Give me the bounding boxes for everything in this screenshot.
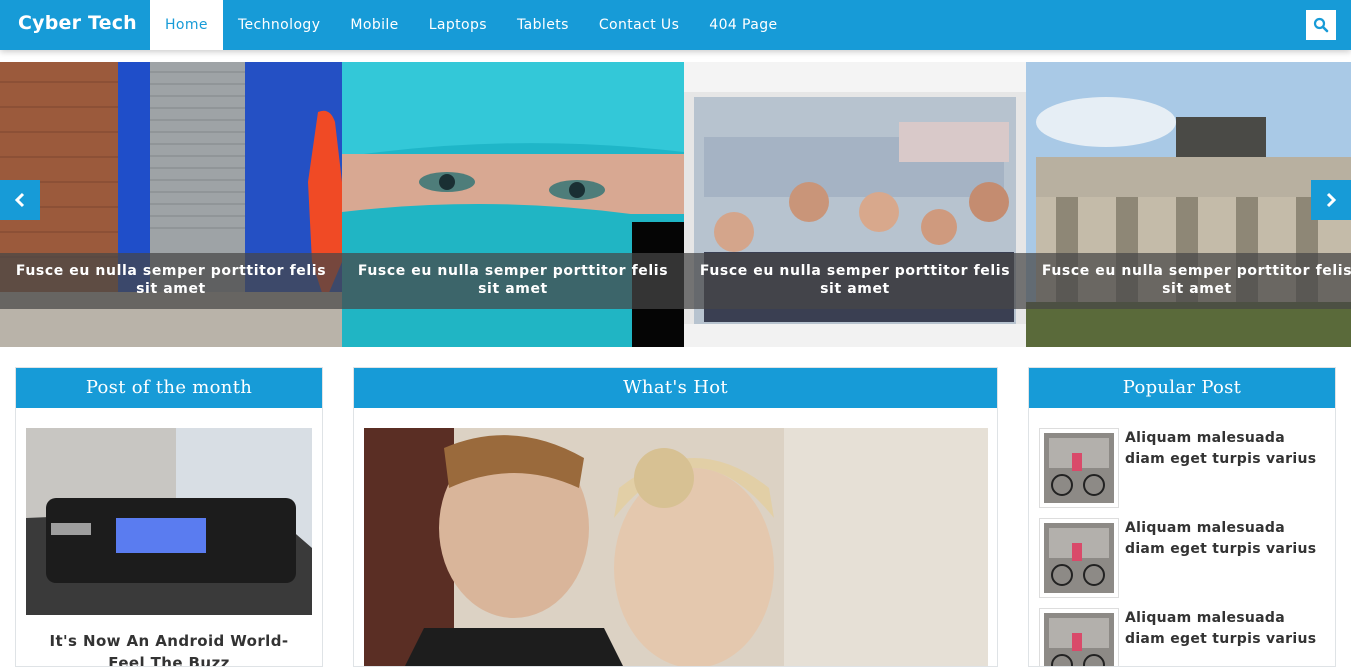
slide-face[interactable]: Fusce eu nulla semper porttitor felis si… (342, 62, 684, 347)
popular-post-widget: Popular Post Aliquam malesuada diam eget… (1028, 367, 1336, 667)
search-button[interactable] (1306, 10, 1336, 40)
nav-item-tablets[interactable]: Tablets (502, 0, 584, 50)
chevron-left-icon (14, 192, 25, 208)
top-navbar: Cyber Tech Home Technology Mobile Laptop… (0, 0, 1351, 50)
hot-post-image (364, 428, 988, 666)
popular-post-thumbnail[interactable] (1039, 608, 1119, 666)
chevron-right-icon (1326, 192, 1337, 208)
popular-post-item: Aliquam malesuada diam eget turpis variu… (1039, 518, 1329, 598)
widget-title: What's Hot (354, 368, 997, 408)
slide-bus[interactable]: Fusce eu nulla semper porttitor felis si… (684, 62, 1026, 347)
nav-item-home[interactable]: Home (150, 0, 223, 50)
featured-slider: Fusce eu nulla semper porttitor felis si… (0, 62, 1351, 347)
nav-item-technology[interactable]: Technology (223, 0, 335, 50)
slide-caption[interactable]: Fusce eu nulla semper porttitor felis si… (342, 253, 684, 309)
popular-post-item: Aliquam malesuada diam eget turpis variu… (1039, 608, 1329, 666)
nav-item-contact-us[interactable]: Contact Us (584, 0, 694, 50)
nav-item-404-page[interactable]: 404 Page (694, 0, 792, 50)
post-image (26, 428, 312, 615)
nav-item-laptops[interactable]: Laptops (414, 0, 502, 50)
slide-caption[interactable]: Fusce eu nulla semper porttitor felis si… (684, 253, 1026, 309)
hot-post-thumbnail[interactable] (364, 428, 988, 666)
whats-hot-widget: What's Hot (353, 367, 998, 667)
slider-prev-button[interactable] (0, 180, 40, 220)
slide-caption[interactable]: Fusce eu nulla semper porttitor felis si… (1026, 253, 1351, 309)
popular-post-image (1044, 523, 1114, 593)
post-thumbnail[interactable] (26, 428, 312, 615)
popular-post-title[interactable]: Aliquam malesuada diam eget turpis variu… (1125, 518, 1325, 560)
search-icon (1313, 17, 1329, 33)
popular-post-item: Aliquam malesuada diam eget turpis variu… (1039, 428, 1329, 508)
slide-caption[interactable]: Fusce eu nulla semper porttitor felis si… (0, 253, 342, 309)
popular-post-thumbnail[interactable] (1039, 518, 1119, 598)
nav-item-mobile[interactable]: Mobile (335, 0, 413, 50)
popular-post-title[interactable]: Aliquam malesuada diam eget turpis variu… (1125, 428, 1325, 470)
main-nav: Home Technology Mobile Laptops Tablets C… (150, 0, 793, 50)
site-logo[interactable]: Cyber Tech (18, 12, 137, 34)
popular-post-image (1044, 433, 1114, 503)
post-of-month-widget: Post of the month It's Now An Android Wo… (15, 367, 323, 667)
post-title-link[interactable]: It's Now An Android World- Feel The Buzz (36, 630, 302, 666)
slide-street[interactable]: Fusce eu nulla semper porttitor felis si… (0, 62, 342, 347)
popular-post-thumbnail[interactable] (1039, 428, 1119, 508)
popular-post-title[interactable]: Aliquam malesuada diam eget turpis variu… (1125, 608, 1325, 650)
widget-title: Popular Post (1029, 368, 1335, 408)
slide-gate[interactable]: Fusce eu nulla semper porttitor felis si… (1026, 62, 1351, 347)
widget-title: Post of the month (16, 368, 322, 408)
slider-next-button[interactable] (1311, 180, 1351, 220)
popular-post-image (1044, 613, 1114, 666)
